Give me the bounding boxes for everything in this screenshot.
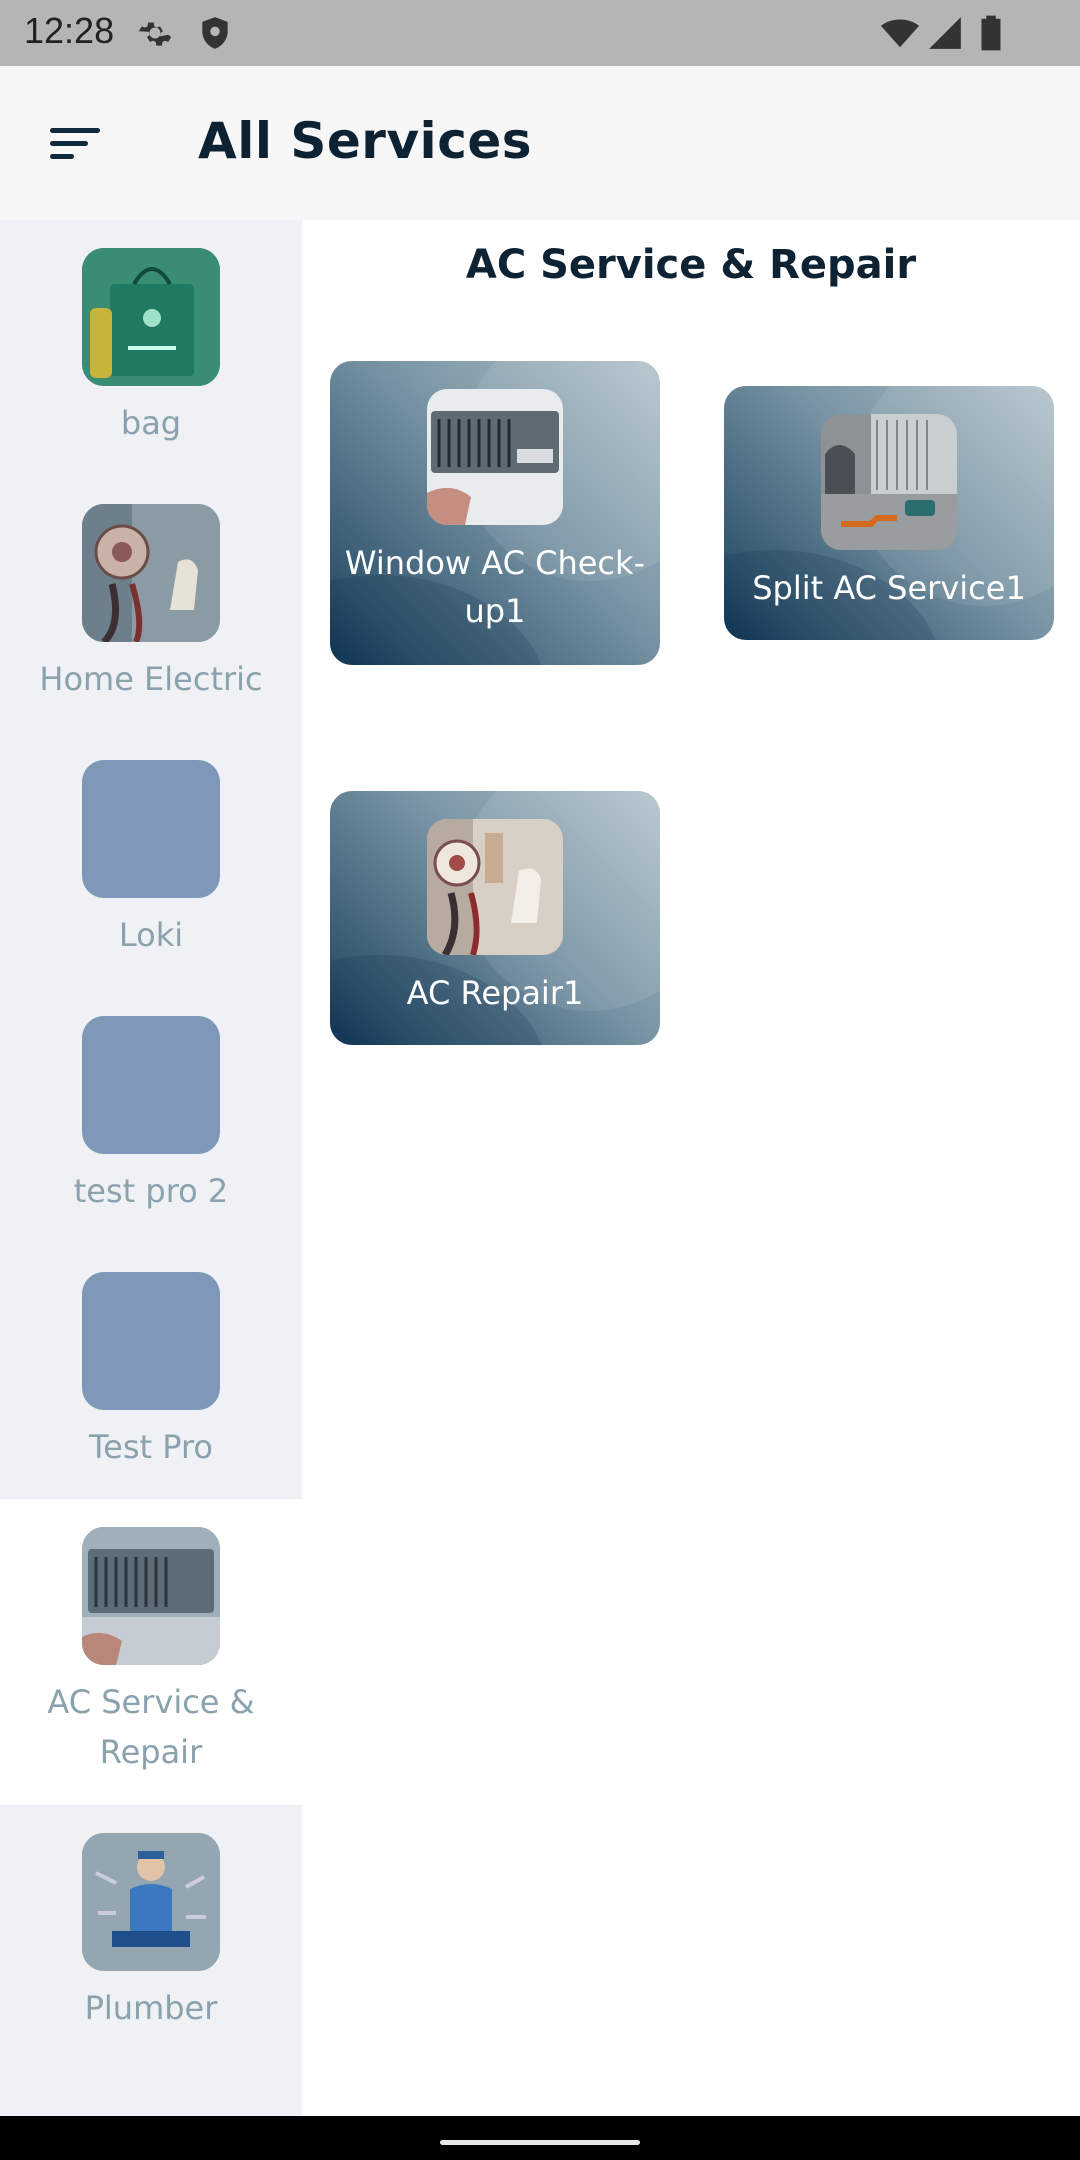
app-bar: All Services — [0, 66, 1080, 220]
home-gesture-handle[interactable] — [440, 2140, 640, 2145]
sidebar-item-ac-service-repair[interactable]: AC Service & Repair — [0, 1499, 302, 1805]
sidebar-item-label: Home Electric — [39, 660, 263, 698]
category-thumbnail — [82, 248, 220, 386]
service-thumbnail — [427, 819, 563, 955]
sidebar-item-loki[interactable]: Loki — [0, 732, 302, 988]
sidebar-item-test-pro-2[interactable]: test pro 2 — [0, 988, 302, 1244]
status-bar: 12:28 — [0, 0, 1080, 66]
category-thumbnail — [82, 1016, 220, 1154]
sidebar-item-label: Test Pro — [89, 1428, 213, 1466]
category-thumbnail — [82, 1272, 220, 1410]
sidebar-item-home-electric[interactable]: Home Electric — [0, 476, 302, 732]
category-sidebar[interactable]: bag Home Electric Loki test pro 2 Test P… — [0, 220, 302, 2116]
service-card-label: Window AC Check-up1 — [344, 544, 646, 630]
category-thumbnail — [82, 760, 220, 898]
category-thumbnail — [82, 504, 220, 642]
wifi-icon — [880, 14, 919, 52]
sidebar-item-label: test pro 2 — [73, 1172, 229, 1210]
sort-menu-icon[interactable] — [44, 120, 108, 166]
category-thumbnail — [82, 1833, 220, 1971]
signal-icon — [926, 14, 964, 52]
sidebar-item-test-pro[interactable]: Test Pro — [0, 1244, 302, 1500]
page-title: All Services — [198, 112, 533, 170]
service-card-split-ac[interactable]: Split AC Service1 — [724, 386, 1054, 640]
service-card-ac-repair[interactable]: AC Repair1 — [330, 791, 660, 1045]
service-card-label: Split AC Service1 — [752, 569, 1026, 607]
service-thumbnail — [821, 414, 957, 550]
shield-icon — [196, 14, 234, 52]
service-thumbnail — [427, 389, 563, 525]
sidebar-item-label: Plumber — [84, 1989, 218, 2027]
service-card-label: AC Repair1 — [406, 974, 584, 1012]
battery-icon — [976, 14, 1014, 52]
settings-icon — [136, 14, 174, 52]
sidebar-item-label: AC Service & Repair — [47, 1683, 255, 1771]
status-time: 12:28 — [24, 10, 115, 51]
sidebar-item-label: bag — [120, 404, 182, 442]
service-card-window-ac[interactable]: Window AC Check-up1 — [330, 361, 660, 665]
section-title: AC Service & Repair — [465, 242, 917, 288]
sidebar-item-plumber[interactable]: Plumber — [0, 1805, 302, 2061]
system-navigation-bar — [0, 2116, 1080, 2160]
sidebar-item-bag[interactable]: bag — [0, 220, 302, 476]
category-thumbnail — [82, 1527, 220, 1665]
sidebar-item-label: Loki — [118, 916, 184, 954]
